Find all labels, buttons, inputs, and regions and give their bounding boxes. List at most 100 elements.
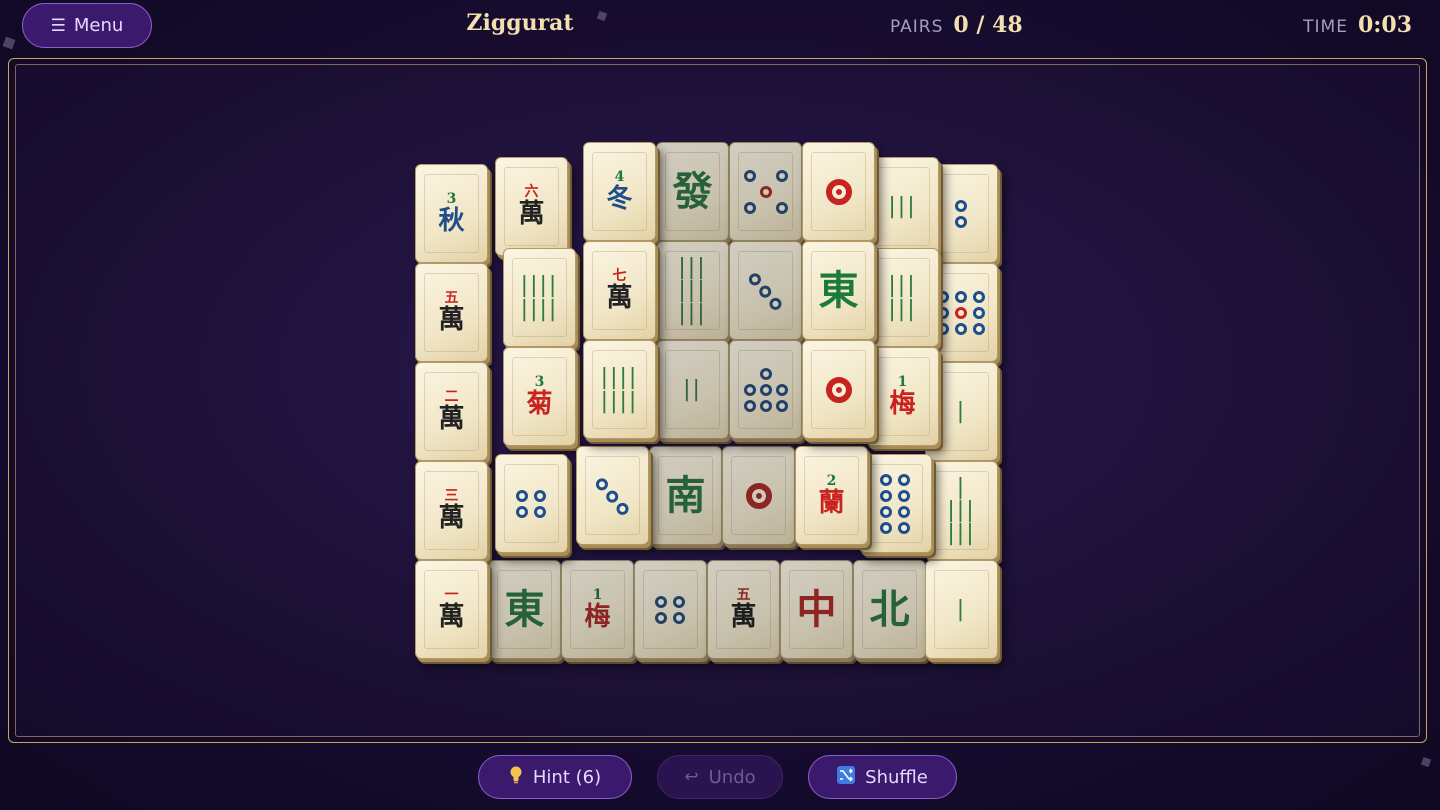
dot-icon [743, 169, 756, 182]
dot-icon [759, 383, 772, 396]
bamboo-sticks-icon: | ||| ||| [947, 474, 976, 547]
dot-spacer [776, 368, 788, 380]
dot-icon [879, 473, 892, 486]
mahjong-tile[interactable] [729, 241, 802, 340]
mahjong-tile[interactable]: 1梅 [561, 560, 634, 659]
mahjong-tile[interactable]: 2蘭 [795, 446, 868, 545]
tile-face: 發 [665, 152, 720, 231]
mahjong-tile[interactable]: 七萬 [583, 241, 656, 340]
tile-face [738, 350, 793, 429]
circle-dots-icon [825, 178, 852, 205]
menu-button[interactable]: ☰ Menu [22, 3, 152, 48]
mahjong-tile[interactable] [495, 454, 568, 553]
tile-number: 七 [612, 267, 627, 284]
tile-honor-glyph: 東 [504, 586, 545, 633]
tile-face: ||| ||| ||| [665, 251, 720, 330]
tile-face: |||| |||| [512, 258, 567, 337]
tile-face [811, 152, 866, 231]
tile-face: 七萬 [592, 251, 647, 330]
mahjong-tile[interactable]: 南 [649, 446, 722, 545]
tile-face: 1梅 [875, 357, 930, 436]
tile-face [585, 456, 640, 535]
mahjong-tile[interactable]: | [925, 560, 998, 659]
mahjong-tile[interactable]: 東 [802, 241, 875, 340]
tile-character: 萬 [606, 282, 633, 313]
tile-character: 萬 [438, 304, 465, 335]
mahjong-tile[interactable] [576, 446, 649, 545]
mahjong-tile[interactable]: 一萬 [415, 560, 488, 659]
time-value: 0:03 [1357, 12, 1412, 38]
mahjong-tile[interactable] [722, 446, 795, 545]
dot-icon [756, 282, 774, 300]
tile-face [731, 456, 786, 535]
time-label: TIME [1303, 17, 1348, 37]
undo-label: Undo [708, 766, 756, 788]
circle-dots-icon [745, 482, 772, 509]
mahjong-tile[interactable]: 東 [488, 560, 561, 659]
mahjong-tile[interactable]: 3菊 [503, 347, 576, 446]
tile-number: 五 [444, 289, 459, 306]
tile-character: 萬 [438, 403, 465, 434]
undo-button[interactable]: ↩ Undo [657, 755, 783, 799]
bottom-bar: Hint (6) ↩ Undo Shuffle [0, 750, 1440, 810]
tile-number: 六 [524, 183, 539, 200]
mahjong-tile[interactable]: 北 [853, 560, 926, 659]
tile-face: 東 [497, 570, 552, 649]
dot-icon [897, 473, 910, 486]
tile-honor-glyph: 發 [672, 168, 713, 215]
mahjong-tile[interactable]: 3秋 [415, 164, 488, 263]
dot-icon [954, 290, 967, 303]
dot-icon [745, 270, 763, 288]
dot-icon [879, 489, 892, 502]
mahjong-tile[interactable]: || [656, 340, 729, 439]
bamboo-sticks-icon: |||| |||| [520, 273, 559, 322]
dot-icon [759, 367, 772, 380]
mahjong-tile[interactable]: | ||| ||| [925, 461, 998, 560]
mahjong-tile[interactable]: 1梅 [866, 347, 939, 446]
tile-number: 1 [897, 373, 908, 390]
mahjong-tile[interactable]: ||| [866, 157, 939, 256]
hint-button[interactable]: Hint (6) [478, 755, 632, 799]
tile-number: 1 [592, 586, 603, 603]
tile-number: 3 [534, 373, 545, 390]
mahjong-tile[interactable]: 五萬 [707, 560, 780, 659]
bamboo-sticks-icon: || [683, 376, 702, 402]
shuffle-button[interactable]: Shuffle [808, 755, 957, 799]
mahjong-tile[interactable]: ||| ||| [866, 248, 939, 347]
bamboo-sticks-icon: | [956, 398, 967, 424]
mahjong-tile[interactable]: 4冬 [583, 142, 656, 241]
dot-icon [515, 489, 528, 502]
mahjong-tile[interactable]: 發 [656, 142, 729, 241]
mahjong-tile[interactable]: |||| |||| [583, 340, 656, 439]
dot-icon [954, 215, 967, 228]
circle-dots-icon [515, 489, 548, 518]
tile-number: 五 [736, 586, 751, 603]
dot-spacer [744, 186, 756, 198]
mahjong-tile[interactable]: 二萬 [415, 362, 488, 461]
mahjong-tile[interactable]: 五萬 [415, 263, 488, 362]
mahjong-tile[interactable]: 六萬 [495, 157, 568, 256]
mahjong-tile[interactable]: 中 [780, 560, 853, 659]
mahjong-tile[interactable] [802, 142, 875, 241]
mahjong-tile[interactable] [729, 142, 802, 241]
tile-face: 五萬 [716, 570, 771, 649]
tile-face: | [934, 570, 989, 649]
mahjong-tile[interactable] [634, 560, 707, 659]
mahjong-tile[interactable]: |||| |||| [503, 248, 576, 347]
dot-icon [654, 595, 667, 608]
tile-character: 梅 [584, 601, 611, 632]
tile-character: 蘭 [818, 487, 845, 518]
mahjong-tile[interactable]: ||| ||| ||| [656, 241, 729, 340]
circle-dots-icon [743, 367, 788, 412]
tile-face [811, 350, 866, 429]
dot-icon [515, 505, 528, 518]
mahjong-tile[interactable] [802, 340, 875, 439]
mahjong-tile[interactable] [859, 454, 932, 553]
bamboo-sticks-icon: |||| |||| [600, 365, 639, 414]
mahjong-tile[interactable] [729, 340, 802, 439]
tile-face: 五萬 [424, 273, 479, 352]
dot-icon [672, 595, 685, 608]
pairs-counter: PAIRS 0 / 48 [890, 12, 1023, 38]
mahjong-tile[interactable]: 三萬 [415, 461, 488, 560]
bamboo-sticks-icon: ||| ||| [888, 273, 917, 322]
